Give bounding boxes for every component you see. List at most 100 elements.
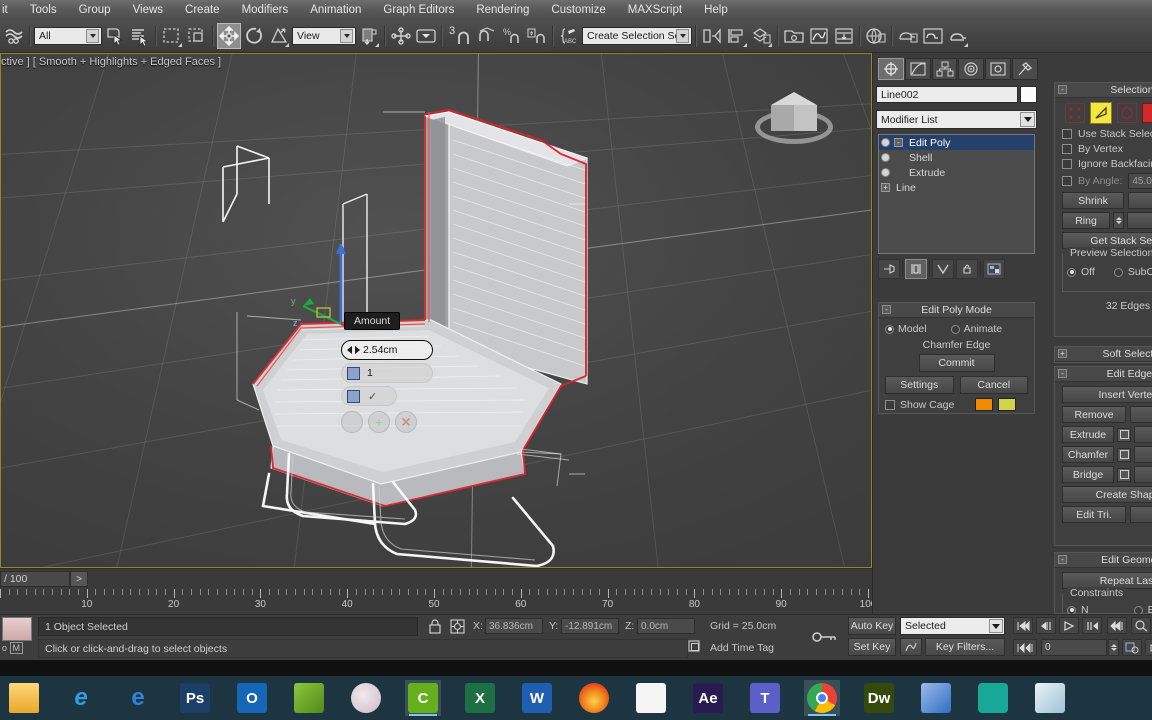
collapse-icon[interactable]: - [1058, 369, 1067, 378]
target-weld-button[interactable]: Targ [1134, 446, 1152, 463]
taskbar-item-word[interactable]: W [519, 680, 555, 716]
chevron-down-icon[interactable] [676, 29, 689, 43]
spinner-snap-icon[interactable] [525, 23, 549, 49]
render-setup-icon[interactable] [896, 23, 920, 49]
caddy-cancel-button[interactable]: ✕ [395, 411, 417, 433]
cage-color-swatch-2[interactable] [998, 398, 1017, 411]
menu-item-tools[interactable]: Tools [19, 0, 68, 20]
timeline-ruler[interactable]: 10 20 30 40 50 60 70 80 90 100 [0, 589, 876, 613]
create-shape-button[interactable]: Create Shape [1062, 486, 1152, 503]
use-pivot-center-icon[interactable] [357, 23, 381, 49]
time-tag-icon[interactable] [688, 640, 702, 657]
current-frame-field[interactable]: / 100 [0, 571, 70, 587]
chamfer-button[interactable]: Chamfer [1062, 446, 1114, 463]
next-key-button[interactable]: > [70, 571, 88, 587]
key-curve-icon[interactable] [900, 638, 922, 656]
utilities-tab[interactable] [1012, 58, 1038, 80]
rectangular-selection-region-icon[interactable] [160, 23, 184, 49]
select-by-name-icon[interactable] [128, 23, 152, 49]
track-bar[interactable]: / 100 > 10 20 30 40 50 60 70 80 90 100 [0, 568, 876, 614]
taskbar-item-bluestacks[interactable] [918, 680, 954, 716]
time-configuration-icon[interactable] [1122, 639, 1142, 656]
open-chamfer-icon[interactable] [347, 389, 360, 403]
key-mode-toggle-icon[interactable] [1013, 639, 1037, 656]
menu-item-create[interactable]: Create [174, 0, 231, 20]
edit-edges-header[interactable]: - Edit Edges [1055, 367, 1152, 382]
menu-item-views[interactable]: Views [122, 0, 174, 20]
taskbar-item-after-effects[interactable]: Ae [690, 680, 726, 716]
frame-spinner[interactable] [1108, 639, 1119, 656]
render-production-icon[interactable] [946, 23, 970, 49]
schematic-view-icon[interactable] [832, 23, 856, 49]
menu-item-rendering[interactable]: Rendering [465, 0, 540, 20]
motion-tab[interactable] [958, 58, 985, 80]
taskbar-item-microsoft-teams[interactable]: T [747, 680, 783, 716]
taskbar-item-file-explorer[interactable] [6, 680, 42, 716]
menu-item-it[interactable]: it [0, 0, 19, 20]
extrude-settings-icon[interactable] [1117, 427, 1131, 442]
taskbar-item-microsoft-edge[interactable]: e [120, 680, 156, 716]
commit-button[interactable]: Commit [918, 354, 995, 372]
window-crossing-icon[interactable] [185, 23, 209, 49]
menu-item-modifiers[interactable]: Modifiers [231, 0, 300, 20]
named-selection-sets-icon[interactable]: ABC [557, 23, 581, 49]
by-angle-value[interactable]: 45.0 [1128, 173, 1152, 189]
display-tab[interactable] [985, 58, 1012, 80]
object-name-field[interactable]: Line002 [876, 86, 1018, 103]
grow-button[interactable]: G [1128, 192, 1152, 209]
mirror-icon[interactable] [700, 23, 724, 49]
menu-item-maxscript[interactable]: MAXScript [617, 0, 693, 20]
menu-item-graph-editors[interactable]: Graph Editors [372, 0, 465, 20]
taskbar-item-microsoft-store[interactable] [633, 680, 669, 716]
show-end-result-icon[interactable] [905, 259, 927, 279]
split-button[interactable] [1130, 406, 1152, 423]
expand-collapse-icon[interactable]: + [881, 183, 890, 192]
bridge-settings-icon[interactable] [1117, 467, 1131, 482]
view-cube-top-face[interactable] [771, 92, 817, 105]
polygon-subobject-button[interactable] [1142, 103, 1152, 123]
play-preview-icon[interactable] [1145, 639, 1152, 656]
menu-item-animation[interactable]: Animation [299, 0, 372, 20]
cancel-button[interactable]: Cancel [959, 376, 1028, 394]
ignore-backfacing-checkbox[interactable] [1062, 159, 1072, 169]
go-to-end-icon[interactable] [1107, 617, 1127, 634]
angle-snap-icon[interactable] [475, 23, 499, 49]
weld-button[interactable]: W [1134, 426, 1152, 443]
create-tab[interactable] [878, 58, 904, 80]
chevron-down-icon[interactable] [340, 29, 353, 43]
auto-key-button[interactable]: Auto Key [848, 617, 896, 635]
by-angle-checkbox[interactable] [1062, 176, 1072, 186]
collapse-icon[interactable]: - [882, 305, 891, 314]
align-icon[interactable] [725, 23, 749, 49]
y-coordinate-field[interactable]: -12.891cm [561, 618, 619, 634]
viewport-perspective[interactable]: ctive ] [ Smooth + Highlights + Edged Fa… [0, 53, 872, 568]
view-cube[interactable] [749, 78, 841, 150]
model-radio[interactable] [885, 324, 894, 334]
next-frame-icon[interactable] [1082, 617, 1102, 634]
view-cube-cube[interactable] [771, 92, 817, 132]
by-vertex-checkbox[interactable] [1062, 144, 1072, 154]
configure-modifier-sets-icon[interactable] [983, 259, 1005, 279]
hierarchy-tab[interactable] [931, 58, 958, 80]
taskbar-item-epsxe-emulator[interactable] [975, 680, 1011, 716]
x-coordinate-field[interactable]: 36.836cm [485, 618, 543, 634]
select-and-manipulate-icon[interactable] [389, 23, 413, 49]
snaps-toggle-icon[interactable]: 3 [446, 23, 474, 49]
bridge-button[interactable]: Bridge [1062, 466, 1114, 483]
selection-rollout-header[interactable]: - Selection [1055, 83, 1152, 98]
add-time-tag-label[interactable]: Add Time Tag [710, 642, 774, 654]
select-and-move-icon[interactable] [217, 23, 241, 49]
chamfer-caddy[interactable]: Amount 2.54cm 1 ✓ ✓ + ✕ [341, 312, 433, 433]
expand-collapse-icon[interactable]: - [894, 138, 903, 147]
material-editor-icon[interactable] [864, 23, 888, 49]
cage-color-swatch-1[interactable] [975, 398, 994, 411]
modifier-list-dropdown[interactable]: Modifier List [876, 110, 1037, 129]
caddy-segments-field[interactable]: 1 [341, 363, 433, 383]
modifier-stack-item-extrude[interactable]: Extrude [879, 165, 1034, 180]
current-frame-spinner-field[interactable]: 0 [1041, 639, 1107, 656]
taskbar-item-firefox[interactable] [576, 680, 612, 716]
chevron-down-icon[interactable] [86, 29, 99, 43]
view-cube-left-face[interactable] [771, 105, 794, 131]
animate-radio[interactable] [950, 324, 960, 334]
play-animation-icon[interactable] [1059, 617, 1079, 634]
